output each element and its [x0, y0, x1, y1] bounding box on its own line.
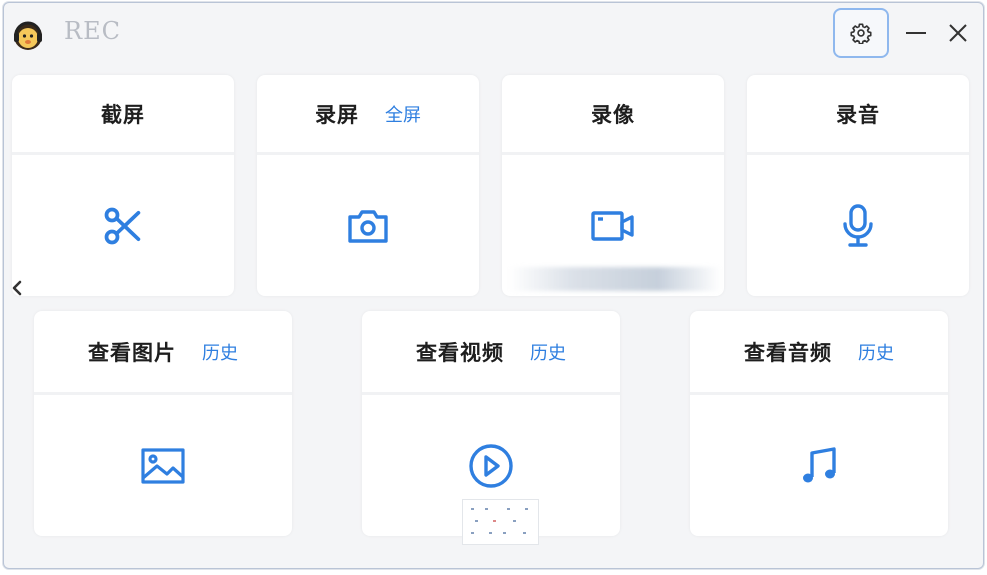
title-bar: REC [4, 3, 983, 59]
video-history-link[interactable]: 历史 [530, 339, 566, 365]
card-header: 查看音频 历史 [690, 311, 948, 395]
screen-record-button[interactable] [257, 155, 479, 296]
card-header: 录像 [502, 75, 724, 155]
music-note-icon [803, 446, 836, 482]
card-title: 录屏 [315, 102, 359, 127]
image-history-link[interactable]: 历史 [202, 339, 238, 365]
audio-history-link[interactable]: 历史 [858, 339, 894, 365]
audio-record-button[interactable] [747, 155, 969, 296]
view-audio-button[interactable] [690, 395, 948, 536]
image-icon [141, 447, 185, 484]
video-record-card[interactable]: 录像 [502, 75, 724, 296]
card-header: 截屏 [12, 75, 234, 155]
blurred-overlay [509, 267, 721, 291]
thumbnail-preview [462, 499, 539, 545]
card-header: 录音 [747, 75, 969, 155]
screen-record-card[interactable]: 录屏 全屏 [257, 75, 479, 296]
card-title: 查看视频 [416, 340, 504, 365]
chevron-left-icon [12, 280, 22, 296]
screenshot-card[interactable]: 截屏 [12, 75, 234, 296]
camera-icon [348, 209, 388, 243]
settings-button[interactable] [833, 8, 889, 58]
fullscreen-link[interactable]: 全屏 [385, 101, 421, 127]
card-title: 查看音频 [744, 340, 832, 365]
minimize-button[interactable] [893, 11, 939, 55]
card-title: 查看图片 [88, 340, 176, 365]
back-button[interactable] [6, 273, 28, 303]
card-title: 截屏 [101, 102, 145, 127]
scissors-icon [104, 207, 141, 244]
gear-icon [850, 23, 872, 44]
app-title: REC [64, 17, 121, 45]
close-button[interactable] [935, 11, 981, 55]
screenshot-button[interactable] [12, 155, 234, 296]
app-window: REC 截屏 录屏 全屏 录像 录音 查看图片 历史 查看视频 历史 查看音频 … [3, 2, 984, 569]
view-images-button[interactable] [34, 395, 292, 536]
video-camera-icon [591, 210, 634, 241]
view-images-card[interactable]: 查看图片 历史 [34, 311, 292, 536]
card-header: 查看图片 历史 [34, 311, 292, 395]
play-circle-icon [469, 443, 513, 488]
view-audio-card[interactable]: 查看音频 历史 [690, 311, 948, 536]
card-header: 录屏 全屏 [257, 75, 479, 155]
card-title: 录像 [591, 102, 635, 127]
minimize-icon [906, 32, 926, 34]
audio-record-card[interactable]: 录音 [747, 75, 969, 296]
card-header: 查看视频 历史 [362, 311, 620, 395]
close-icon [949, 24, 967, 42]
card-title: 录音 [836, 102, 880, 127]
microphone-icon [843, 203, 873, 247]
monkey-logo-icon [14, 21, 42, 50]
